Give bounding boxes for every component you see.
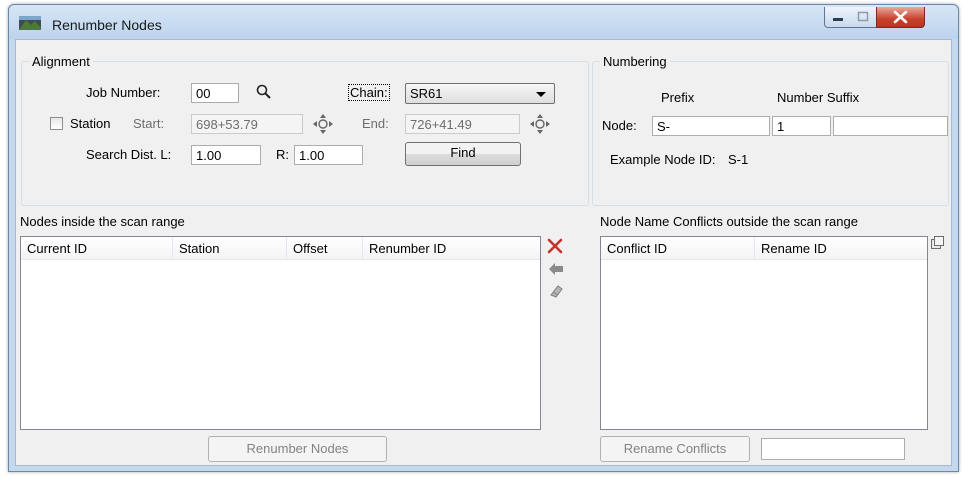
column-renumber-id[interactable]: Renumber ID [363, 237, 540, 259]
crosshair-target-icon[interactable] [529, 113, 551, 135]
node-prefix-input[interactable]: S- [652, 116, 770, 136]
column-offset[interactable]: Offset [287, 237, 363, 259]
column-conflict-id[interactable]: Conflict ID [601, 237, 755, 259]
start-label: Start: [133, 116, 165, 131]
node-label: Node: [602, 118, 637, 133]
maximize-button[interactable] [850, 7, 877, 28]
search-icon[interactable] [256, 84, 272, 100]
chain-select[interactable]: SR61 [405, 83, 555, 104]
copy-window-icon[interactable] [931, 236, 945, 250]
close-icon [893, 10, 908, 24]
station-label: Station [70, 116, 111, 131]
end-label: End: [362, 116, 389, 131]
nodes-list-header: Current ID Station Offset Renumber ID [21, 237, 540, 260]
title-bar[interactable]: Renumber Nodes [9, 5, 958, 39]
conflicts-list[interactable]: Conflict ID Rename ID [600, 236, 928, 430]
dialog-client: Alignment Job Number: 00 Chain: SR61 Sta… [15, 39, 952, 466]
find-button[interactable]: Find [405, 142, 521, 166]
column-current-id[interactable]: Current ID [21, 237, 173, 259]
alignment-legend: Alignment [32, 54, 90, 69]
node-suffix-input[interactable] [833, 116, 948, 136]
rename-conflicts-input[interactable] [761, 438, 905, 460]
conflicts-panel-title: Node Name Conflicts outside the scan ran… [600, 214, 858, 229]
chevron-down-icon [536, 92, 546, 97]
close-button[interactable] [876, 7, 925, 28]
nodes-panel-title: Nodes inside the scan range [20, 214, 185, 229]
search-dist-label: Search Dist. L: [86, 147, 172, 162]
maximize-icon [857, 11, 869, 22]
nodes-list[interactable]: Current ID Station Offset Renumber ID [20, 236, 541, 430]
station-checkbox[interactable] [50, 117, 63, 130]
end-station-input[interactable]: 726+41.49 [405, 114, 520, 134]
example-node-id-label: Example Node ID: [610, 152, 716, 167]
number-suffix-header: Number Suffix [777, 90, 860, 105]
arrow-left-icon[interactable] [548, 262, 564, 276]
window-title: Renumber Nodes [52, 17, 162, 33]
job-number-label: Job Number: [86, 85, 161, 100]
app-icon [19, 16, 41, 30]
start-station-input[interactable]: 698+53.79 [191, 114, 303, 134]
conflicts-list-header: Conflict ID Rename ID [601, 237, 927, 260]
rename-conflicts-button[interactable]: Rename Conflicts [600, 436, 750, 462]
crosshair-target-icon[interactable] [312, 113, 334, 135]
chain-select-value: SR61 [410, 86, 443, 101]
chain-label: Chain: [348, 84, 390, 101]
search-dist-l-input[interactable]: 1.00 [191, 145, 261, 165]
column-station[interactable]: Station [173, 237, 287, 259]
renumber-nodes-button[interactable]: Renumber Nodes [208, 436, 387, 462]
search-dist-r-input[interactable]: 1.00 [294, 145, 363, 165]
column-rename-id[interactable]: Rename ID [755, 237, 927, 259]
example-node-id-value: S-1 [728, 152, 749, 167]
minimize-icon [833, 18, 843, 21]
search-dist-r-label: R: [276, 147, 289, 162]
minimize-button[interactable] [824, 7, 852, 28]
eraser-icon[interactable] [548, 283, 564, 299]
renumber-nodes-window: Renumber Nodes Alignment Job Number: 00 … [8, 4, 959, 472]
numbering-legend: Numbering [603, 54, 667, 69]
job-number-input[interactable]: 00 [191, 83, 239, 103]
node-number-input[interactable]: 1 [772, 116, 831, 136]
delete-icon[interactable] [547, 238, 563, 254]
prefix-header: Prefix [661, 90, 695, 105]
